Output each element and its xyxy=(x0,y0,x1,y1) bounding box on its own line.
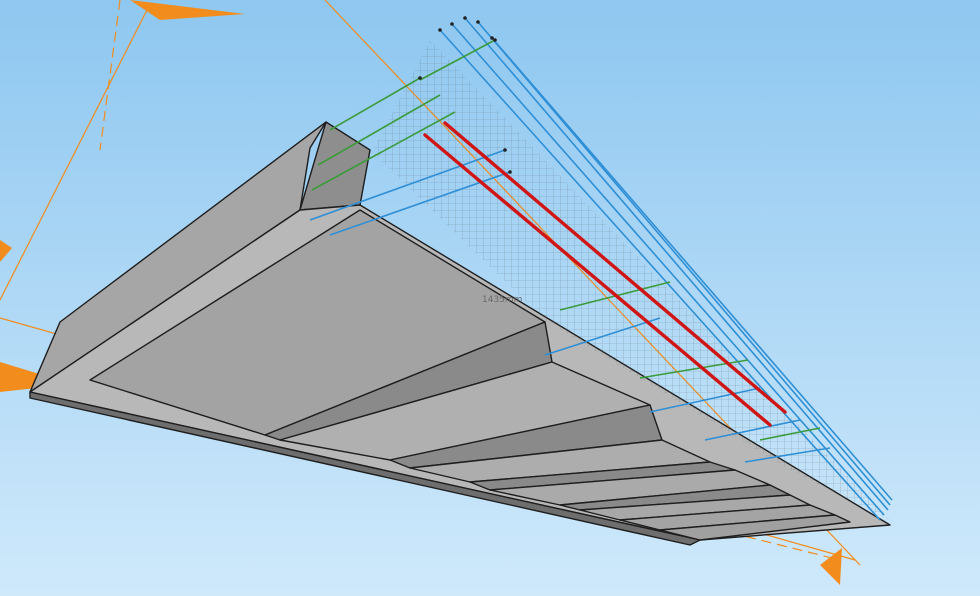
dimension-label: 1435mm xyxy=(482,295,522,305)
structural-3d-view: 1435mm xyxy=(0,0,980,596)
